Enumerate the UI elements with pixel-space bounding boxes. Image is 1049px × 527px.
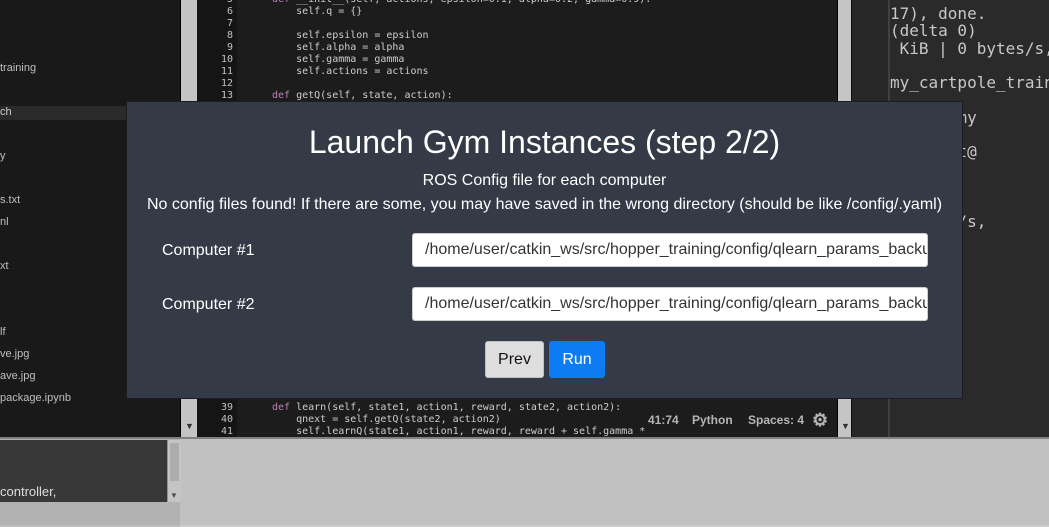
modal-title: Launch Gym Instances (step 2/2): [308, 124, 781, 160]
computer-1-label: Computer #1: [162, 242, 255, 259]
prev-button[interactable]: Prev: [485, 341, 544, 378]
computer-1-config-input[interactable]: /home/user/catkin_ws/src/hopper_training…: [412, 233, 928, 267]
modal-warning: No config files found! If there are some…: [146, 196, 943, 213]
run-button[interactable]: Run: [549, 341, 605, 378]
launch-gym-modal: Launch Gym Instances (step 2/2) ROS Conf…: [126, 101, 963, 399]
computer-2-config-input[interactable]: /home/user/catkin_ws/src/hopper_training…: [412, 287, 928, 321]
modal-subtitle: ROS Config file for each computer: [422, 172, 667, 189]
computer-2-label: Computer #2: [162, 296, 255, 313]
